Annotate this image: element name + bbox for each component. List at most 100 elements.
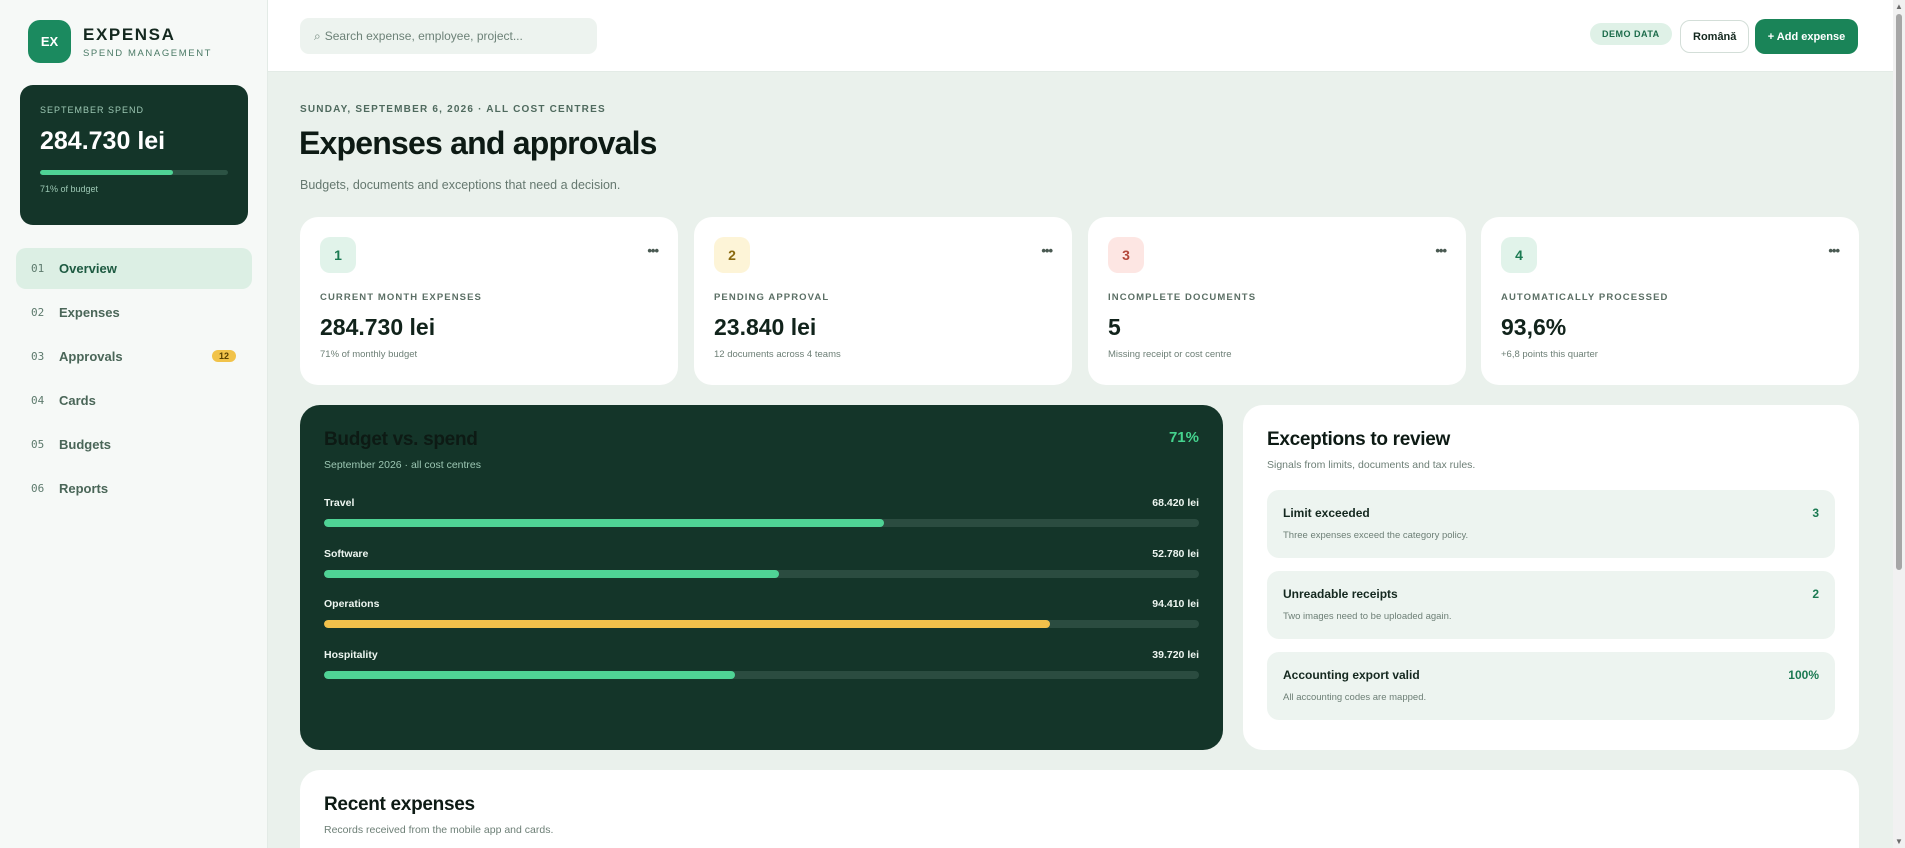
budget-row-label: Software: [324, 547, 369, 560]
sidebar-item-expenses[interactable]: 02 Expenses: [16, 292, 252, 333]
budget-bar-track: [324, 670, 1199, 679]
stat-card-pending-approval: 2 ••• PENDING APPROVAL 23.840 lei 12 doc…: [694, 217, 1072, 385]
exception-count: 100%: [1788, 668, 1819, 682]
budget-percent: 71%: [1168, 429, 1199, 446]
spend-label: SEPTEMBER SPEND: [40, 105, 145, 115]
budget-bar-fill: [324, 620, 1051, 628]
nav-number: 02: [31, 306, 45, 319]
sidebar: EX EXPENSA SPEND MANAGEMENT SEPTEMBER SP…: [0, 0, 268, 848]
stat-label: AUTOMATICALLY PROCESSED: [1501, 292, 1669, 303]
more-options-icon[interactable]: •••: [1828, 243, 1840, 258]
sidebar-item-approvals[interactable]: 03 Approvals 12: [16, 336, 252, 377]
more-options-icon[interactable]: •••: [647, 243, 659, 258]
nav-number: 01: [31, 262, 45, 275]
scroll-up-arrow-icon[interactable]: ▲: [1895, 2, 1903, 11]
sidebar-item-budgets[interactable]: 05 Budgets: [16, 424, 252, 465]
budget-row-amount: 52.780 lei: [1152, 547, 1199, 560]
budget-row-travel: Travel 68.420 lei: [324, 497, 1199, 548]
sidebar-item-cards[interactable]: 04 Cards: [16, 380, 252, 421]
add-expense-button[interactable]: + Add expense: [1755, 19, 1858, 54]
budget-subtitle: September 2026 · all cost centres: [324, 459, 481, 471]
exception-name: Limit exceeded: [1283, 506, 1370, 520]
more-options-icon[interactable]: •••: [1041, 243, 1053, 258]
budget-row-hospitality: Hospitality 39.720 lei: [324, 649, 1199, 700]
brand-logo: EX: [28, 20, 71, 63]
exception-description: Two images need to be uploaded again.: [1283, 611, 1452, 622]
stat-value: 284.730 lei: [320, 314, 436, 340]
exceptions-subtitle: Signals from limits, documents and tax r…: [1267, 459, 1476, 471]
budget-title: Budget vs. spend: [324, 429, 478, 450]
exception-name: Unreadable receipts: [1283, 587, 1398, 601]
exception-item-unreadable-receipts[interactable]: Unreadable receipts Two images need to b…: [1267, 571, 1835, 639]
budget-row-amount: 39.720 lei: [1152, 648, 1199, 661]
search-input[interactable]: [324, 29, 575, 43]
stat-label: CURRENT MONTH EXPENSES: [320, 292, 482, 303]
stat-note: 71% of monthly budget: [320, 349, 418, 360]
exception-item-accounting-export[interactable]: Accounting export valid All accounting c…: [1267, 652, 1835, 720]
brand-name: EXPENSA: [83, 24, 176, 44]
stat-number-badge: 1: [320, 237, 356, 273]
nav-label: Cards: [59, 393, 96, 408]
stat-note: 12 documents across 4 teams: [714, 349, 841, 360]
stat-label: INCOMPLETE DOCUMENTS: [1108, 292, 1257, 303]
approvals-count-badge: 12: [211, 350, 236, 362]
topbar: ⌕ DEMO DATA Română + Add expense: [268, 0, 1893, 72]
exceptions-list: Limit exceeded Three expenses exceed the…: [1267, 490, 1835, 720]
spend-progress-fill: [40, 170, 174, 175]
budget-bar-track: [324, 519, 1199, 527]
budget-bar-track: [324, 569, 1199, 578]
exception-name: Accounting export valid: [1283, 668, 1420, 682]
stat-number-badge: 4: [1501, 237, 1537, 273]
language-button[interactable]: Română: [1680, 20, 1750, 53]
budget-row-operations: Operations 94.410 lei: [324, 598, 1199, 649]
nav-label: Budgets: [59, 437, 111, 452]
sidebar-item-reports[interactable]: 06 Reports: [16, 468, 252, 509]
exception-description: All accounting codes are mapped.: [1283, 692, 1427, 703]
more-options-icon[interactable]: •••: [1435, 243, 1447, 258]
spend-progress-track: [40, 170, 228, 175]
nav-label: Approvals: [59, 349, 123, 364]
page-eyebrow: SUNDAY, SEPTEMBER 6, 2026 · ALL COST CEN…: [300, 104, 606, 115]
stat-note: +6,8 points this quarter: [1501, 349, 1598, 360]
exceptions-title: Exceptions to review: [1267, 429, 1451, 450]
search-box[interactable]: ⌕: [300, 18, 597, 54]
budget-row-amount: 68.420 lei: [1152, 497, 1199, 509]
stat-label: PENDING APPROVAL: [714, 292, 830, 303]
scroll-down-arrow-icon[interactable]: ▼: [1895, 837, 1903, 846]
recent-expenses-title: Recent expenses: [324, 794, 475, 815]
search-icon: ⌕: [314, 28, 321, 43]
stat-note: Missing receipt or cost centre: [1108, 349, 1232, 360]
demo-data-badge: DEMO DATA: [1590, 23, 1672, 45]
spend-value: 284.730 lei: [40, 127, 166, 155]
budget-bar-track: [324, 620, 1199, 628]
sidebar-item-overview[interactable]: 01 Overview: [16, 248, 252, 289]
stat-card-incomplete-documents: 3 ••• INCOMPLETE DOCUMENTS 5 Missing rec…: [1088, 217, 1466, 385]
budget-row-amount: 94.410 lei: [1152, 598, 1199, 610]
recent-expenses-subtitle: Records received from the mobile app and…: [324, 824, 554, 836]
exception-description: Three expenses exceed the category polic…: [1283, 530, 1469, 541]
nav-label: Expenses: [59, 305, 120, 320]
brand[interactable]: EX EXPENSA SPEND MANAGEMENT: [28, 20, 212, 63]
nav-number: 03: [31, 350, 45, 363]
page-scrollbar[interactable]: ▲ ▼: [1893, 0, 1905, 848]
stat-number-badge: 2: [714, 237, 750, 273]
stat-value: 5: [1108, 314, 1121, 340]
stat-card-automatically-processed: 4 ••• AUTOMATICALLY PROCESSED 93,6% +6,8…: [1481, 217, 1859, 385]
exceptions-panel: Exceptions to review Signals from limits…: [1243, 405, 1859, 750]
budget-bar-fill: [324, 519, 884, 527]
budget-rows: Travel 68.420 lei Software 52.780 lei Op…: [324, 497, 1199, 699]
budget-row-software: Software 52.780 lei: [324, 548, 1199, 599]
sidebar-nav: 01 Overview 02 Expenses 03 Approvals 12 …: [16, 248, 252, 512]
september-spend-card: SEPTEMBER SPEND 284.730 lei 71% of budge…: [20, 85, 248, 225]
scrollbar-thumb[interactable]: [1896, 14, 1902, 570]
budget-vs-spend-panel: Budget vs. spend September 2026 · all co…: [300, 405, 1223, 750]
budget-bar-fill: [324, 670, 736, 679]
exception-count: 3: [1812, 506, 1819, 520]
nav-number: 06: [31, 482, 45, 495]
page-subtitle: Budgets, documents and exceptions that n…: [300, 178, 621, 192]
budget-row-label: Travel: [324, 497, 355, 509]
exception-item-limit-exceeded[interactable]: Limit exceeded Three expenses exceed the…: [1267, 490, 1835, 558]
budget-row-label: Operations: [324, 598, 380, 610]
exception-count: 2: [1812, 587, 1819, 601]
nav-number: 04: [31, 394, 45, 407]
